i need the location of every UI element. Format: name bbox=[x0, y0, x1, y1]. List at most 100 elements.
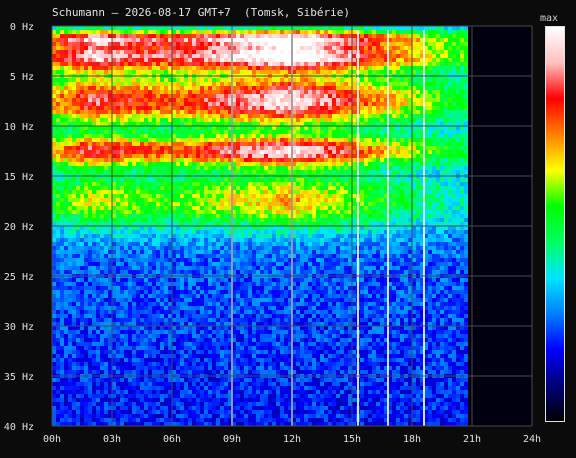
heatmap-cell bbox=[128, 146, 132, 150]
heatmap-cell bbox=[108, 386, 112, 390]
heatmap-cell bbox=[212, 162, 216, 166]
heatmap-cell bbox=[192, 70, 196, 74]
heatmap-cell bbox=[204, 270, 208, 274]
heatmap-cell bbox=[160, 214, 164, 218]
heatmap-cell bbox=[128, 378, 132, 382]
heatmap-cell bbox=[60, 46, 64, 50]
heatmap-cell bbox=[104, 30, 108, 34]
heatmap-cell bbox=[144, 322, 148, 326]
heatmap-cell bbox=[96, 398, 100, 402]
heatmap-cell bbox=[168, 302, 172, 306]
heatmap-cell bbox=[84, 382, 88, 386]
heatmap-cell bbox=[76, 354, 80, 358]
heatmap-cell bbox=[116, 130, 120, 134]
heatmap-cell bbox=[124, 146, 128, 150]
heatmap-cell bbox=[184, 138, 188, 142]
heatmap-cell bbox=[56, 350, 60, 354]
heatmap-cell bbox=[128, 186, 132, 190]
heatmap-cell bbox=[176, 314, 180, 318]
heatmap-cell bbox=[180, 294, 184, 298]
heatmap-cell bbox=[196, 90, 200, 94]
heatmap-cell bbox=[240, 230, 244, 234]
heatmap-cell bbox=[96, 86, 100, 90]
heatmap-cell bbox=[132, 242, 136, 246]
heatmap-cell bbox=[156, 354, 160, 358]
heatmap-cell bbox=[200, 170, 204, 174]
heatmap-cell bbox=[248, 222, 252, 226]
heatmap-cell bbox=[116, 346, 120, 350]
heatmap-cell bbox=[116, 158, 120, 162]
heatmap-cell bbox=[164, 62, 168, 66]
heatmap-cell bbox=[200, 222, 204, 226]
heatmap-cell bbox=[52, 210, 56, 214]
heatmap-cell bbox=[224, 54, 228, 58]
heatmap-cell bbox=[168, 50, 172, 54]
heatmap-cell bbox=[248, 178, 252, 182]
heatmap-cell bbox=[204, 230, 208, 234]
heatmap-cell bbox=[196, 262, 200, 266]
heatmap-cell bbox=[224, 262, 228, 266]
heatmap-cell bbox=[152, 238, 156, 242]
heatmap-cell bbox=[240, 322, 244, 326]
heatmap-cell bbox=[108, 322, 112, 326]
heatmap-cell bbox=[120, 258, 124, 262]
heatmap-cell bbox=[84, 222, 88, 226]
heatmap-cell bbox=[140, 338, 144, 342]
heatmap-cell bbox=[160, 310, 164, 314]
heatmap-cell bbox=[224, 206, 228, 210]
heatmap-cell bbox=[100, 294, 104, 298]
heatmap-cell bbox=[60, 186, 64, 190]
heatmap-cell bbox=[112, 254, 116, 258]
heatmap-cell bbox=[56, 382, 60, 386]
heatmap-cell bbox=[88, 226, 92, 230]
heatmap-cell bbox=[168, 250, 172, 254]
heatmap-cell bbox=[144, 402, 148, 406]
heatmap-cell bbox=[216, 406, 220, 410]
heatmap-cell bbox=[168, 26, 172, 30]
heatmap-cell bbox=[100, 410, 104, 414]
heatmap-cell bbox=[148, 78, 152, 82]
heatmap-cell bbox=[104, 354, 108, 358]
heatmap-cell bbox=[244, 382, 248, 386]
heatmap-cell bbox=[208, 282, 212, 286]
heatmap-cell bbox=[68, 194, 72, 198]
heatmap-cell bbox=[204, 150, 208, 154]
heatmap-cell bbox=[92, 378, 96, 382]
heatmap-cell bbox=[88, 350, 92, 354]
heatmap-cell bbox=[172, 262, 176, 266]
heatmap-cell bbox=[88, 122, 92, 126]
heatmap-cell bbox=[72, 238, 76, 242]
heatmap-cell bbox=[208, 238, 212, 242]
heatmap-cell bbox=[160, 86, 164, 90]
heatmap-cell bbox=[72, 66, 76, 70]
heatmap-cell bbox=[64, 230, 68, 234]
heatmap-cell bbox=[124, 198, 128, 202]
heatmap-cell bbox=[84, 246, 88, 250]
heatmap-cell bbox=[244, 398, 248, 402]
heatmap-cell bbox=[84, 186, 88, 190]
heatmap-cell bbox=[132, 222, 136, 226]
heatmap-cell bbox=[168, 394, 172, 398]
heatmap-cell bbox=[220, 134, 224, 138]
heatmap-cell bbox=[244, 26, 248, 30]
heatmap-cell bbox=[108, 182, 112, 186]
heatmap-cell bbox=[100, 190, 104, 194]
heatmap-cell bbox=[76, 202, 80, 206]
heatmap-cell bbox=[164, 410, 168, 414]
heatmap-cell bbox=[68, 350, 72, 354]
heatmap-cell bbox=[92, 78, 96, 82]
heatmap-cell bbox=[216, 26, 220, 30]
heatmap-cell bbox=[188, 298, 192, 302]
heatmap-cell bbox=[192, 226, 196, 230]
heatmap-cell bbox=[68, 122, 72, 126]
heatmap-cell bbox=[192, 346, 196, 350]
heatmap-cell bbox=[104, 62, 108, 66]
heatmap-cell bbox=[68, 338, 72, 342]
heatmap-cell bbox=[144, 210, 148, 214]
heatmap-cell bbox=[212, 138, 216, 142]
heatmap-cell bbox=[192, 318, 196, 322]
heatmap-cell bbox=[88, 50, 92, 54]
heatmap-cell bbox=[132, 118, 136, 122]
heatmap-cell bbox=[176, 306, 180, 310]
heatmap-cell bbox=[240, 150, 244, 154]
